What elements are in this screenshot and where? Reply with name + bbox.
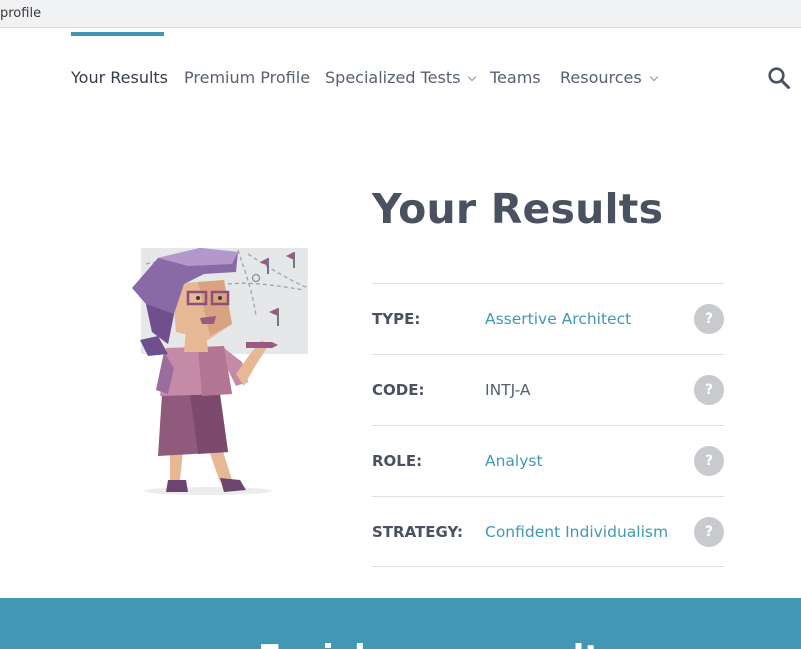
- result-row-strategy: STRATEGY: Confident Individualism ?: [372, 496, 724, 567]
- chevron-down-icon: [649, 72, 658, 82]
- enrich-banner: Enrich your results: [0, 598, 801, 649]
- result-value-link[interactable]: Assertive Architect: [485, 310, 631, 328]
- page-title: Your Results: [372, 185, 664, 233]
- nav-item-label: Your Results: [71, 68, 169, 87]
- active-tab-indicator: [71, 32, 164, 36]
- question-icon[interactable]: ?: [694, 375, 724, 405]
- result-value-link[interactable]: Analyst: [485, 452, 543, 470]
- nav-item-label: Premium Profile: [184, 68, 311, 87]
- nav-item-resources[interactable]: Resources: [560, 68, 658, 87]
- result-label: TYPE:: [372, 310, 421, 328]
- result-row-type: TYPE: Assertive Architect ?: [372, 283, 724, 354]
- character-architect-illustration: [132, 248, 309, 495]
- browser-address-bar[interactable]: profile: [0, 0, 801, 28]
- url-text: profile: [0, 6, 42, 21]
- question-icon[interactable]: ?: [694, 304, 724, 334]
- nav-item-label: Teams: [490, 68, 541, 87]
- nav-item-specialized-tests[interactable]: Specialized Tests: [325, 68, 477, 87]
- result-label: ROLE:: [372, 452, 423, 470]
- result-label: CODE:: [372, 381, 425, 399]
- nav-item-label: Resources: [560, 68, 642, 87]
- question-icon[interactable]: ?: [694, 517, 724, 547]
- nav-item-your-results[interactable]: Your Results: [71, 68, 168, 87]
- banner-heading: Enrich your results: [258, 638, 621, 649]
- nav-item-label: Specialized Tests: [325, 68, 461, 87]
- result-label: STRATEGY:: [372, 523, 464, 541]
- main-navigation: Your Results Premium Profile Specialized…: [0, 30, 801, 120]
- result-row-role: ROLE: Analyst ?: [372, 425, 724, 496]
- question-icon[interactable]: ?: [694, 446, 724, 476]
- nav-item-teams[interactable]: Teams: [490, 68, 541, 87]
- result-row-code: CODE: INTJ-A ?: [372, 354, 724, 425]
- search-icon[interactable]: [767, 66, 791, 90]
- chevron-down-icon: [468, 72, 477, 82]
- result-value: INTJ-A: [485, 381, 531, 399]
- nav-item-premium-profile[interactable]: Premium Profile: [184, 68, 310, 87]
- result-value-link[interactable]: Confident Individualism: [485, 523, 668, 541]
